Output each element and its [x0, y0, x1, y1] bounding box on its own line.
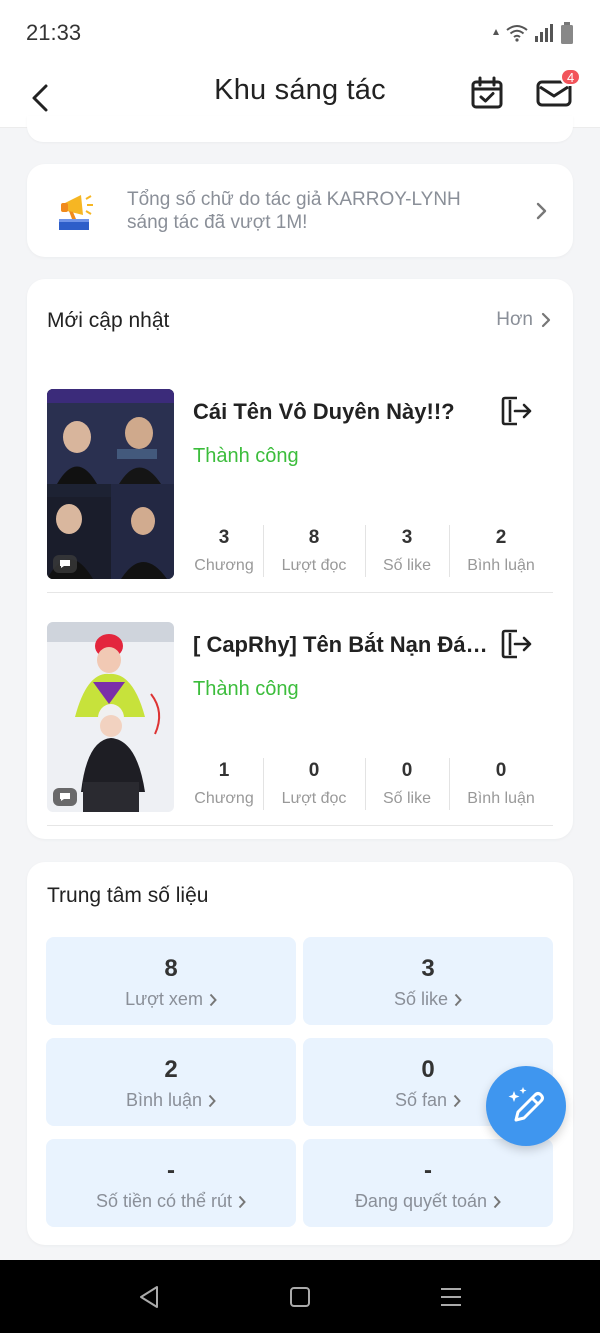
stat-value: 2: [495, 527, 507, 548]
book-item[interactable]: [ CapRhy] Tên Bắt Nạn Đán... Thành công …: [47, 622, 553, 826]
status-time: 21:33: [26, 20, 82, 45]
stat-value: 0: [495, 760, 507, 781]
tile-value: -: [167, 1157, 175, 1184]
comment-badge-icon: [53, 555, 77, 573]
chevron-right-icon: [238, 1195, 246, 1208]
exit-door-icon: [501, 629, 532, 659]
stat-value: 0: [308, 760, 320, 781]
book-title: Cái Tên Vô Duyên Này!!?: [193, 399, 455, 424]
stat-label: Bình luận: [467, 790, 535, 807]
chevron-right-icon: [536, 202, 547, 219]
triangle-back-icon: [140, 1286, 158, 1308]
book-cover-image: [47, 389, 174, 579]
menu-lines-icon: [441, 1288, 461, 1306]
book-cover: [47, 622, 174, 812]
write-fab-button[interactable]: [486, 1066, 566, 1146]
comment-badge-icon: [53, 788, 77, 806]
calendar-button[interactable]: [466, 72, 508, 114]
stat-label: Bình luận: [467, 557, 535, 574]
battery-icon: [561, 22, 573, 44]
tile-label: Đang quyết toán: [354, 1191, 488, 1211]
tile-label: Số tiền có thể rút: [95, 1191, 233, 1211]
stat-label: Số like: [382, 557, 432, 574]
nav-menu-button[interactable]: [436, 1282, 466, 1312]
stat-value: 1: [218, 760, 230, 781]
updates-title: Mới cập nhật: [47, 309, 170, 332]
milestone-notice[interactable]: Tổng số chữ do tác giả KARROY-LYNH sáng …: [27, 164, 573, 257]
stat-reads: 8 Lượt đọc: [263, 523, 365, 579]
tile-likes[interactable]: 3 Số like: [303, 937, 553, 1025]
chevron-right-icon: [493, 1195, 501, 1208]
stat-label: Chương: [194, 557, 254, 574]
mail-button[interactable]: 4: [532, 68, 582, 114]
recent-updates-card: Mới cập nhật Hơn Cái Tên Vô Duyên Này!!?…: [27, 279, 573, 839]
tile-withdrawable[interactable]: - Số tiền có thể rút: [46, 1139, 296, 1227]
stat-value: 8: [308, 527, 320, 548]
chevron-right-icon: [541, 312, 551, 328]
page-title: Khu sáng tác: [214, 74, 386, 106]
book-stats: 1 Chương 0 Lượt đọc 0 Số like 0 Bình luậ…: [185, 756, 553, 812]
stat-reads: 0 Lượt đọc: [263, 756, 365, 812]
book-stats: 3 Chương 8 Lượt đọc 3 Số like 2 Bình luậ…: [185, 523, 553, 579]
stat-label: Chương: [194, 790, 254, 807]
status-bar: 21:33: [0, 0, 600, 66]
stat-label: Lượt đọc: [281, 790, 347, 807]
book-item[interactable]: Cái Tên Vô Duyên Này!!? Thành công 3 Chư…: [47, 389, 553, 593]
stat-chapters: 3 Chương: [185, 523, 263, 579]
tile-comments[interactable]: 2 Bình luận: [46, 1038, 296, 1126]
stat-likes: 3 Số like: [365, 523, 449, 579]
book-status: Thành công: [193, 445, 299, 467]
book-title: [ CapRhy] Tên Bắt Nạn Đán...: [193, 632, 493, 657]
signal-icon: [535, 24, 553, 42]
book-exit-button[interactable]: [499, 626, 535, 662]
stat-value: 3: [401, 527, 413, 548]
data-arrow-icon: [493, 29, 499, 35]
stat-label: Số like: [382, 790, 432, 807]
book-cover-image: [47, 622, 174, 812]
chevron-right-icon: [209, 993, 217, 1006]
book-exit-button[interactable]: [499, 393, 535, 429]
tile-label: Số fan: [394, 1090, 448, 1110]
exit-door-icon: [501, 396, 532, 426]
tile-settling[interactable]: - Đang quyết toán: [303, 1139, 553, 1227]
tile-value: -: [424, 1157, 432, 1184]
stat-label: Lượt đọc: [281, 557, 347, 574]
stat-value: 0: [401, 760, 413, 781]
tile-label: Số like: [393, 989, 449, 1009]
chevron-right-icon: [454, 993, 462, 1006]
tile-views[interactable]: 8 Lượt xem: [46, 937, 296, 1025]
data-center-title: Trung tâm số liệu: [47, 884, 209, 907]
magic-pencil-icon: [508, 1087, 544, 1122]
status-icons: [492, 22, 574, 44]
stat-comments: 0 Bình luận: [449, 756, 553, 812]
tile-value: 3: [421, 955, 435, 982]
tile-label: Lượt xem: [125, 989, 203, 1009]
more-link[interactable]: Hơn: [496, 309, 551, 331]
calendar-check-icon: [471, 76, 503, 109]
tile-label: Bình luận: [125, 1090, 203, 1110]
book-status: Thành công: [193, 678, 299, 700]
chevron-right-icon: [208, 1094, 216, 1107]
megaphone-podium-icon: [59, 194, 93, 230]
previous-card-edge: [27, 116, 573, 142]
tile-value: 8: [164, 955, 178, 982]
stat-likes: 0 Số like: [365, 756, 449, 812]
stat-chapters: 1 Chương: [185, 756, 263, 812]
notice-text: Tổng số chữ do tác giả KARROY-LYNH sáng …: [127, 188, 461, 233]
book-cover: [47, 389, 174, 579]
data-center-card: Trung tâm số liệu 8 Lượt xem 3 Số like 2…: [27, 862, 573, 1245]
nav-back-button[interactable]: [134, 1282, 164, 1312]
mail-badge: 4: [560, 68, 582, 86]
tile-value: 2: [164, 1056, 178, 1083]
system-nav-bar: [0, 1260, 600, 1333]
wifi-icon: [506, 25, 528, 42]
chevron-right-icon: [453, 1094, 461, 1107]
nav-home-button[interactable]: [285, 1282, 315, 1312]
more-label: Hơn: [496, 309, 533, 330]
stat-value: 3: [218, 527, 230, 548]
stat-comments: 2 Bình luận: [449, 523, 553, 579]
square-home-icon: [290, 1287, 310, 1307]
